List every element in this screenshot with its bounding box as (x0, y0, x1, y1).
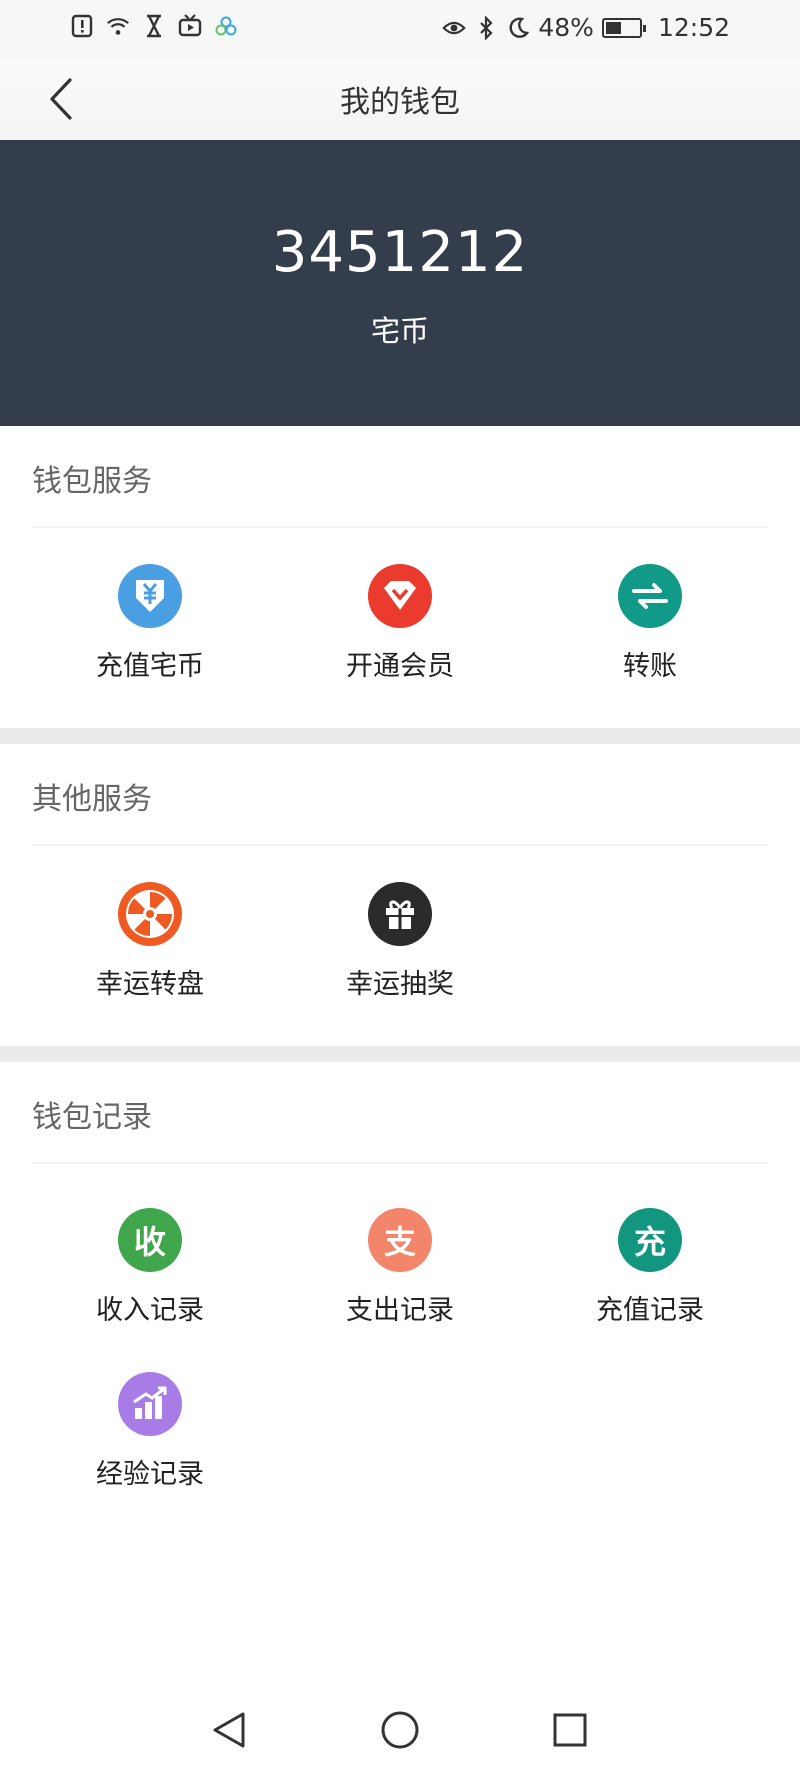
lucky-wheel-button[interactable]: 幸运转盘 (25, 882, 275, 1001)
gift-icon (368, 882, 432, 946)
section-title: 钱包服务 (32, 464, 152, 499)
divider (32, 526, 768, 528)
wifi-icon (106, 14, 130, 38)
hourglass-icon (142, 14, 166, 38)
section-title: 其他服务 (32, 782, 152, 817)
item-label: 幸运抽奖 (346, 969, 454, 1000)
bluetooth-icon (474, 15, 498, 40)
icon-char: 收 (133, 1223, 166, 1261)
back-triangle-icon (213, 1712, 245, 1748)
balance-value: 3451212 (271, 220, 529, 285)
tv-icon (178, 14, 202, 38)
balance-unit: 宅币 (370, 314, 429, 348)
home-circle-icon (381, 1711, 419, 1749)
nav-recents-button[interactable] (548, 1708, 592, 1752)
recharge-coins-button[interactable]: 充值宅币 (25, 564, 275, 683)
recharge-records-button[interactable]: 充 充值记录 (525, 1208, 775, 1327)
recents-square-icon (553, 1713, 587, 1747)
alert-icon (70, 14, 94, 38)
wheel-icon (118, 882, 182, 946)
item-label: 支出记录 (346, 1295, 454, 1326)
divider (32, 1162, 768, 1164)
item-label: 经验记录 (96, 1459, 204, 1490)
yen-download-icon (118, 564, 182, 628)
icon-char: 充 (633, 1223, 666, 1261)
income-records-button[interactable]: 收 收入记录 (25, 1208, 275, 1327)
back-button[interactable] (38, 76, 84, 122)
cloud-icon (214, 14, 238, 38)
section-title: 钱包记录 (32, 1100, 152, 1135)
section-gap (0, 728, 800, 744)
battery-icon (601, 17, 646, 38)
page-title: 我的钱包 (340, 85, 460, 120)
expense-records-button[interactable]: 支 支出记录 (275, 1208, 525, 1327)
recharge-record-icon: 充 (618, 1208, 682, 1272)
title-bar: 我的钱包 (0, 58, 800, 140)
item-label: 开通会员 (346, 651, 454, 682)
nav-back-button[interactable] (207, 1708, 251, 1752)
wallet-services-section: 钱包服务 充值宅币 开通会员 转账 (0, 426, 800, 728)
eye-icon (442, 16, 467, 40)
vip-diamond-icon (368, 564, 432, 628)
other-services-section: 其他服务 幸运转盘 幸运抽奖 (0, 744, 800, 1046)
nav-home-button[interactable] (378, 1708, 422, 1752)
item-label: 幸运转盘 (96, 969, 204, 1000)
lucky-draw-button[interactable]: 幸运抽奖 (275, 882, 525, 1001)
chevron-left-icon (50, 78, 72, 120)
battery-fill (605, 21, 621, 34)
section-gap (0, 1046, 800, 1062)
bar-chart-icon (118, 1372, 182, 1436)
balance-panel: 3451212 宅币 (0, 140, 800, 426)
icon-char: 支 (383, 1223, 416, 1261)
transfer-button[interactable]: 转账 (525, 564, 775, 683)
wallet-records-section: 钱包记录 收 收入记录 支 支出记录 充 充值记录 经验记录 (0, 1062, 800, 1582)
moon-icon (506, 16, 530, 40)
transfer-arrows-icon (618, 564, 682, 628)
item-label: 充值记录 (596, 1295, 704, 1326)
divider (32, 844, 768, 846)
battery-percent: 48% (538, 13, 594, 42)
clock: 12:52 (657, 13, 730, 42)
expense-icon: 支 (368, 1208, 432, 1272)
item-label: 充值宅币 (96, 651, 204, 682)
experience-records-button[interactable]: 经验记录 (25, 1372, 275, 1491)
open-vip-button[interactable]: 开通会员 (275, 564, 525, 683)
status-bar: 48% 12:52 (0, 0, 800, 58)
income-icon: 收 (118, 1208, 182, 1272)
item-label: 收入记录 (96, 1295, 204, 1326)
item-label: 转账 (623, 651, 677, 682)
system-nav-bar (0, 1680, 800, 1778)
